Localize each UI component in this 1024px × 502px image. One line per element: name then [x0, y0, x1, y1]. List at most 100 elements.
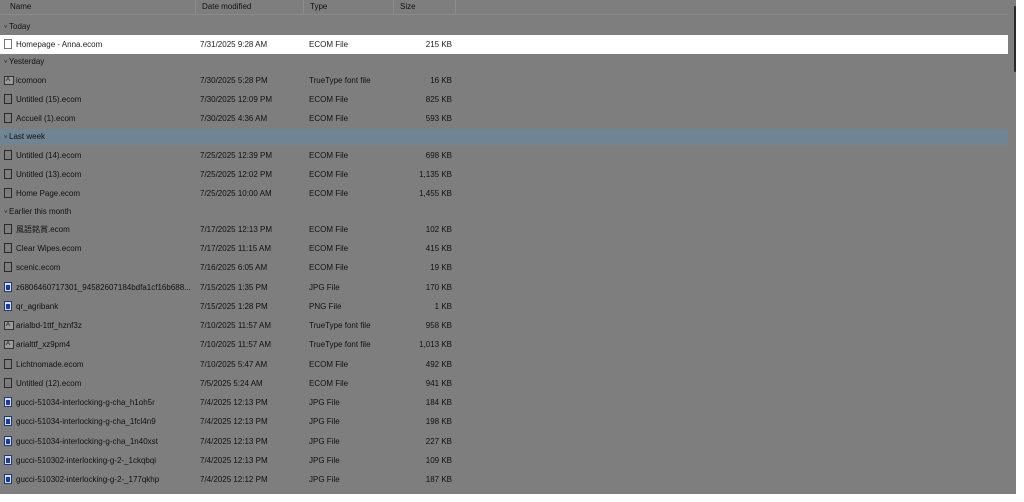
file-size: 170 KB [425, 283, 452, 292]
file-size: 215 KB [425, 40, 452, 49]
file-row[interactable]: Accueil (1).ecom 7/30/2025 4:36 AM ECOM Fi… [0, 109, 1008, 128]
vertical-scrollbar[interactable] [1008, 0, 1016, 494]
file-type: ECOM File [309, 263, 349, 272]
group-label: Last week [9, 132, 46, 141]
file-type: ECOM File [309, 114, 349, 123]
file-size: 492 KB [425, 360, 452, 369]
file-name: Untitled (13).ecom [16, 170, 82, 179]
file-date: 7/4/2025 12:13 PM [200, 437, 268, 446]
file-size: 1,013 KB [419, 340, 452, 349]
column-header-type[interactable]: Type [304, 0, 394, 14]
file-size: 184 KB [425, 398, 452, 407]
file-name: Untitled (14).ecom [16, 151, 82, 160]
group-header-today[interactable]: ˅Today [0, 19, 1008, 35]
file-row[interactable]: Untitled (12).ecom 7/5/2025 5:24 AM ECOM F… [0, 374, 1008, 393]
file-type: ECOM File [309, 170, 349, 179]
file-size: 187 KB [425, 475, 452, 484]
file-type: ECOM File [309, 189, 349, 198]
file-row[interactable]: gucci-51034-interlocking-g-cha_h1oh5r 7/4… [0, 393, 1008, 412]
file-type: JPG File [309, 398, 340, 407]
image-file-icon [4, 416, 12, 426]
file-name: gucci-51034-interlocking-g-cha_1n40xst [16, 437, 158, 446]
file-date: 7/17/2025 11:15 AM [200, 244, 272, 253]
document-icon [4, 188, 12, 198]
file-row[interactable]: Homepage - Anna.ecom 7/31/2025 9:28 AM ECO… [0, 35, 1008, 54]
group-header-yesterday[interactable]: ˅Yesterday [0, 54, 1008, 70]
file-row[interactable]: Untitled (13).ecom 7/25/2025 12:02 PM ECOM… [0, 165, 1008, 184]
file-row[interactable]: qr_agribank 7/15/2025 1:28 PM PNG File 1 KB [0, 297, 1008, 316]
document-icon [4, 150, 12, 160]
file-row[interactable]: gucci-51034-interlocking-g-cha_1fcl4n9 7/… [0, 412, 1008, 431]
file-name: scenic.ecom [16, 263, 61, 272]
file-size: 16 KB [430, 76, 452, 85]
file-row[interactable]: Untitled (14).ecom 7/25/2025 12:39 PM ECOM… [0, 146, 1008, 165]
file-date: 7/31/2025 9:28 AM [200, 40, 268, 49]
scrollbar-thumb[interactable] [1014, 6, 1016, 72]
file-date: 7/25/2025 12:39 PM [200, 151, 273, 160]
file-row[interactable]: arialttf_xz9pm4 7/10/2025 11:57 AM TrueTyp… [0, 335, 1008, 354]
file-name: Home Page.ecom [16, 189, 81, 198]
column-header-date-modified[interactable]: Date modified [196, 0, 304, 14]
file-row[interactable]: z6806460717301_94582607184bdfa1cf16b688.… [0, 278, 1008, 297]
file-size: 415 KB [425, 244, 452, 253]
file-date: 7/4/2025 12:12 PM [200, 475, 268, 484]
file-type: JPG File [309, 456, 340, 465]
file-row[interactable]: Home Page.ecom 7/25/2025 10:00 AM ECOM Fil… [0, 184, 1008, 203]
file-name: arialttf_xz9pm4 [16, 340, 71, 349]
file-row[interactable]: Untitled (15).ecom 7/30/2025 12:09 PM ECOM… [0, 90, 1008, 109]
file-size: 958 KB [425, 321, 452, 330]
file-name: qr_agribank [16, 302, 59, 311]
document-icon [4, 224, 12, 234]
file-row[interactable]: Lichtnomade.ecom 7/10/2025 5:47 AM ECOM Fi… [0, 355, 1008, 374]
file-name: gucci-51034-interlocking-g-cha_1fcl4n9 [16, 417, 156, 426]
group-header-last-week[interactable]: ˅Last week [0, 129, 1008, 145]
file-date: 7/30/2025 4:36 AM [200, 114, 268, 123]
file-type: TrueType font file [309, 340, 371, 349]
file-date: 7/10/2025 11:57 AM [200, 321, 272, 330]
document-icon [4, 243, 12, 253]
file-row[interactable]: gucci-510302-interlocking-g-2-_177qkhp 7/… [0, 470, 1008, 489]
file-row[interactable]: icomoon 7/30/2025 5:28 PM TrueType font fi… [0, 71, 1008, 90]
image-file-icon [4, 436, 12, 446]
file-row[interactable]: arialbd-1ttf_hznf3z 7/10/2025 11:57 AM Tru… [0, 316, 1008, 335]
image-file-icon [4, 455, 12, 465]
file-name: Accueil (1).ecom [16, 114, 76, 123]
file-size: 109 KB [425, 456, 452, 465]
file-size: 19 KB [430, 263, 452, 272]
file-row[interactable]: gucci-510302-interlocking-g-2-_1ckqbqi 7/… [0, 451, 1008, 470]
file-type: TrueType font file [309, 321, 371, 330]
file-size: 1,135 KB [419, 170, 452, 179]
file-name: gucci-510302-interlocking-g-2-_1ckqbqi [16, 456, 157, 465]
file-name: Untitled (12).ecom [16, 379, 82, 388]
file-type: ECOM File [309, 360, 349, 369]
file-date: 7/15/2025 1:28 PM [200, 302, 268, 311]
file-type: JPG File [309, 417, 340, 426]
document-icon [4, 94, 12, 104]
file-type: ECOM File [309, 40, 349, 49]
file-type: JPG File [309, 437, 340, 446]
file-date: 7/5/2025 5:24 AM [200, 379, 263, 388]
column-header-name[interactable]: Name [4, 0, 196, 14]
file-row[interactable]: 風語銘賞.ecom 7/17/2025 12:13 PM ECOM File 102 … [0, 220, 1008, 239]
document-icon [4, 262, 12, 272]
file-date: 7/4/2025 12:13 PM [200, 456, 268, 465]
group-label: Yesterday [9, 57, 45, 66]
document-icon [4, 359, 12, 369]
file-date: 7/30/2025 12:09 PM [200, 95, 273, 104]
file-row[interactable]: scenic.ecom 7/16/2025 6:05 AM ECOM File 19 … [0, 258, 1008, 277]
image-file-icon [4, 397, 12, 407]
column-header-size[interactable]: Size [394, 0, 456, 14]
file-date: 7/10/2025 5:47 AM [200, 360, 268, 369]
image-file-icon [4, 301, 12, 311]
file-name: gucci-510302-interlocking-g-2-_177qkhp [16, 475, 160, 484]
file-name: gucci-51034-interlocking-g-cha_h1oh5r [16, 398, 155, 407]
file-type: ECOM File [309, 151, 349, 160]
file-row[interactable]: gucci-51034-interlocking-g-cha_1n40xst 7/… [0, 432, 1008, 451]
file-row[interactable]: Clear Wipes.ecom 7/17/2025 11:15 AM ECOM F… [0, 239, 1008, 258]
group-header-earlier-this-month[interactable]: ˅Earlier this month [0, 204, 1008, 220]
document-icon [4, 169, 12, 179]
file-name: Clear Wipes.ecom [16, 244, 82, 253]
file-date: 7/4/2025 12:13 PM [200, 417, 268, 426]
file-type: JPG File [309, 283, 340, 292]
file-name: z6806460717301_94582607184bdfa1cf16b688.… [16, 283, 191, 292]
